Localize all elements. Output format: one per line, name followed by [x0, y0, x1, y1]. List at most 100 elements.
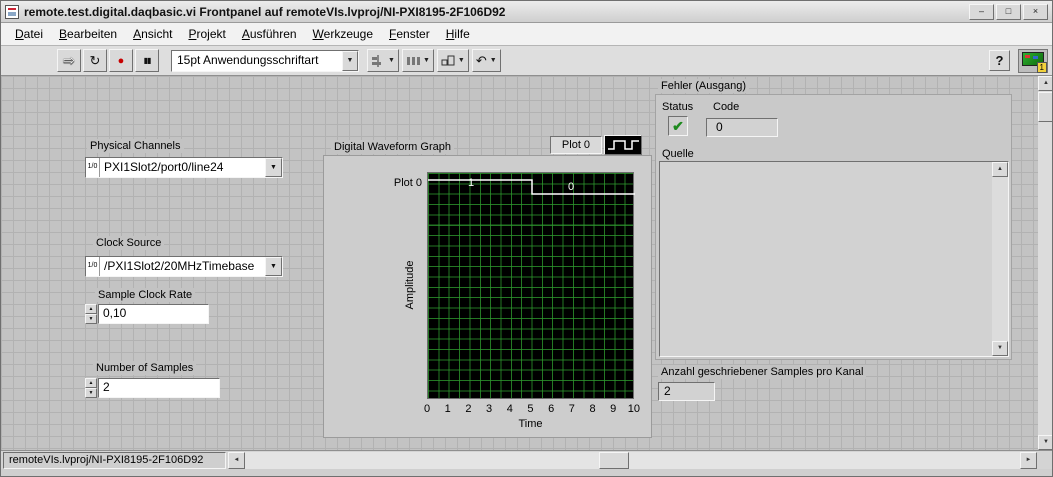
menu-ausfuehren[interactable]: Ausführen [234, 24, 305, 44]
window-controls: – □ × [969, 3, 1048, 20]
spin-down-icon[interactable]: ▼ [85, 314, 97, 324]
source-scrollbar[interactable]: ▲ ▼ [992, 162, 1008, 356]
digital-waveform-graph: Amplitude Plot 0 1 0 0 1 2 3 4 5 6 7 8 9 [323, 155, 652, 438]
spin-down-icon[interactable]: ▼ [85, 388, 97, 398]
help-icon: ? [995, 53, 1004, 68]
menu-fenster[interactable]: Fenster [381, 24, 438, 44]
window-bottom-frame [1, 469, 1052, 476]
minimize-icon: – [978, 5, 984, 16]
scrollbar-corner [1037, 452, 1052, 469]
toolbar-right: ? 1 [989, 48, 1052, 73]
resize-objects-button[interactable]: ▼ [436, 49, 469, 72]
graph-label: Digital Waveform Graph [331, 140, 454, 154]
square-wave-icon [608, 140, 639, 150]
scroll-up-icon[interactable]: ▲ [992, 162, 1008, 177]
run-continuous-button[interactable]: ↻ [83, 49, 107, 72]
menu-projekt[interactable]: Projekt [180, 24, 233, 44]
number-of-samples-label: Number of Samples [93, 361, 197, 375]
target-tab[interactable]: remoteVIs.lvproj/NI-PXI8195-2F106D92 [3, 452, 226, 469]
menu-hilfe[interactable]: Hilfe [438, 24, 478, 44]
sample-clock-rate-spinner: ▲ ▼ [85, 304, 97, 324]
font-selector-value: 15pt Anwendungsschriftart [177, 52, 319, 67]
sample-clock-rate-label: Sample Clock Rate [95, 288, 196, 302]
sample-clock-rate-control[interactable]: ▲ ▼ 0,10 [85, 304, 209, 324]
pause-button[interactable]: ▮▮ [135, 49, 159, 72]
scroll-right-icon[interactable]: ► [1020, 452, 1037, 469]
error-code-field[interactable]: 0 [706, 118, 778, 137]
maximize-button[interactable]: □ [996, 3, 1021, 20]
number-of-samples-value[interactable]: 2 [98, 378, 220, 398]
plot-row-tick-label: Plot 0 [393, 177, 422, 189]
io-selector-icon: 1/0 [86, 257, 100, 276]
error-source-field[interactable]: ▲ ▼ [659, 161, 1009, 357]
align-objects-button[interactable]: ▼ [367, 49, 399, 72]
dropdown-arrow-icon: ▼ [388, 57, 395, 64]
scroll-down-icon[interactable]: ▼ [992, 341, 1008, 356]
close-button[interactable]: × [1023, 3, 1048, 20]
x-tick: 2 [465, 403, 472, 415]
scroll-up-icon[interactable]: ▲ [1038, 76, 1052, 91]
run-arrow-icon: ⇨ [63, 52, 75, 68]
abort-button[interactable]: ● [109, 49, 133, 72]
x-tick: 0 [423, 403, 431, 415]
x-tick: 3 [486, 403, 493, 415]
status-label: Status [660, 100, 696, 114]
distribute-objects-icon [406, 56, 420, 65]
reorder-button[interactable]: ↶ ▼ [471, 49, 501, 72]
clock-source-combo[interactable]: 1/0 /PXI1Slot2/20MHzTimebase ▼ [85, 256, 283, 277]
error-status-indicator[interactable]: ✔ [668, 116, 688, 136]
x-tick: 9 [610, 403, 617, 415]
window-title: remote.test.digital.daqbasic.vi Frontpan… [24, 4, 506, 19]
run-button[interactable]: ⇨ [57, 49, 81, 72]
help-button[interactable]: ? [989, 50, 1010, 71]
x-tick: 1 [444, 403, 451, 415]
x-tick: 7 [568, 403, 575, 415]
scroll-left-icon[interactable]: ◄ [228, 452, 245, 469]
reorder-icon: ↶ [475, 52, 487, 68]
legend-plot-style-button[interactable] [604, 135, 642, 155]
x-axis-label: Time [518, 418, 543, 430]
dropdown-arrow-icon: ▼ [457, 57, 465, 64]
vi-document-icon [5, 4, 19, 19]
labview-frontpanel-window: remote.test.digital.daqbasic.vi Frontpan… [0, 0, 1053, 477]
dropdown-arrow-icon: ▼ [489, 57, 497, 64]
horizontal-scrollbar-thumb[interactable] [599, 452, 629, 469]
front-panel: Physical Channels 1/0 PXI1Slot2/port0/li… [1, 76, 1052, 450]
vertical-scrollbar-thumb[interactable] [1038, 92, 1052, 122]
waveform-segment-label-high: 1 [468, 177, 475, 189]
checkmark-icon: ✔ [672, 117, 684, 134]
remote-connection-icon[interactable]: 1 [1018, 48, 1048, 73]
resize-objects-icon [441, 55, 455, 65]
number-of-samples-spinner: ▲ ▼ [85, 378, 97, 398]
clock-source-label: Clock Source [93, 236, 165, 250]
number-of-samples-control[interactable]: ▲ ▼ 2 [85, 378, 220, 398]
menu-datei[interactable]: Datei [7, 24, 51, 44]
spin-up-icon[interactable]: ▲ [85, 378, 97, 388]
physical-channels-dropdown-arrow-icon[interactable]: ▼ [265, 158, 282, 177]
code-label: Code [711, 100, 742, 114]
font-selector-dropdown-arrow-icon[interactable]: ▼ [342, 50, 358, 71]
x-tick: 4 [506, 403, 513, 415]
sample-clock-rate-value[interactable]: 0,10 [98, 304, 209, 324]
waveform-segment-label-low: 0 [568, 181, 575, 193]
spin-up-icon[interactable]: ▲ [85, 304, 97, 314]
menu-werkzeuge[interactable]: Werkzeuge [305, 24, 381, 44]
samples-written-label: Anzahl geschriebener Samples pro Kanal [658, 365, 867, 379]
y-axis-label: Amplitude [404, 260, 416, 310]
plot-area[interactable]: 1 0 [427, 172, 635, 399]
x-tick: 6 [548, 403, 555, 415]
maximize-icon: □ [1005, 5, 1012, 16]
distribute-objects-button[interactable]: ▼ [401, 49, 434, 72]
font-selector[interactable]: 15pt Anwendungsschriftart ▼ [171, 49, 359, 72]
x-tick: 10 [627, 403, 640, 415]
menu-bearbeiten[interactable]: Bearbeiten [51, 24, 125, 44]
menu-ansicht[interactable]: Ansicht [125, 24, 180, 44]
horizontal-scrollbar[interactable] [245, 452, 1020, 469]
vertical-scrollbar[interactable]: ▲ ▼ [1038, 76, 1052, 450]
toolbar: ⇨ ↻ ● ▮▮ 15pt Anwendungsschriftart ▼ ▼ ▼… [1, 46, 1052, 76]
clock-source-dropdown-arrow-icon[interactable]: ▼ [265, 257, 282, 276]
scroll-down-icon[interactable]: ▼ [1038, 435, 1052, 450]
legend-plot-name[interactable]: Plot 0 [550, 136, 602, 154]
physical-channels-combo[interactable]: 1/0 PXI1Slot2/port0/line24 ▼ [85, 157, 283, 178]
minimize-button[interactable]: – [969, 3, 994, 20]
